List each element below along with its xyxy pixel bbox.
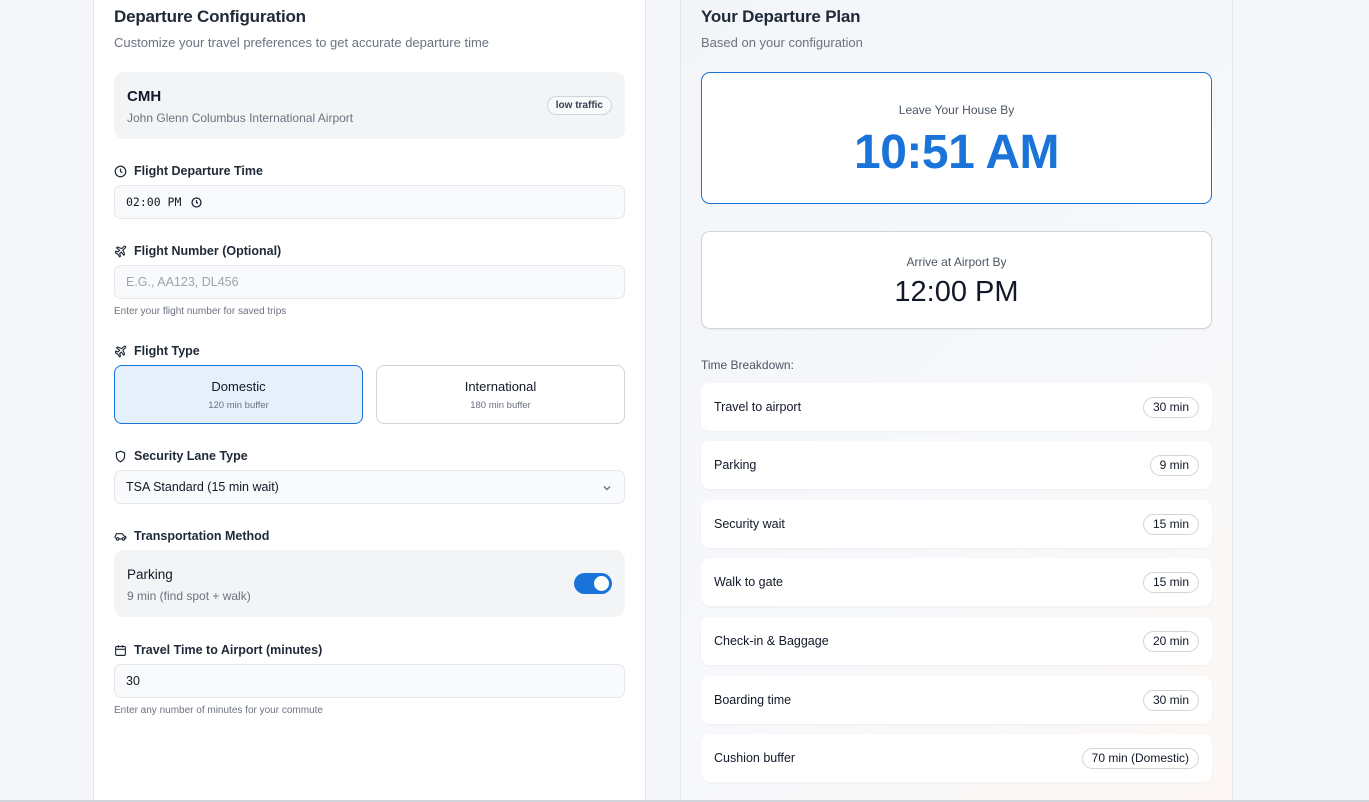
security-label-text: Security Lane Type [134, 449, 248, 463]
breakdown-row: Boarding time 30 min [701, 676, 1212, 724]
plan-subtitle: Based on your configuration [701, 35, 863, 50]
parking-toggle[interactable] [574, 573, 612, 594]
departure-time-value: 02:00 PM [126, 195, 182, 209]
clock-icon [114, 165, 127, 177]
departure-time-label-text: Flight Departure Time [134, 164, 263, 178]
departure-time-label: Flight Departure Time [114, 164, 263, 178]
plane-icon [115, 245, 127, 258]
travel-time-label: Travel Time to Airport (minutes) [114, 643, 322, 657]
domestic-button[interactable]: Domestic 120 min buffer [114, 365, 363, 424]
plan-title: Your Departure Plan [701, 7, 861, 26]
breakdown-name: Cushion buffer [714, 751, 796, 765]
breakdown-value: 15 min [1142, 514, 1199, 535]
international-title: International [464, 379, 537, 394]
breakdown-name: Boarding time [714, 693, 792, 707]
calendar-icon [115, 644, 126, 656]
international-buffer: 180 min buffer [470, 400, 531, 411]
config-subtitle: Customize your travel preferences to get… [114, 35, 490, 50]
parking-option: Parking 9 min (find spot + walk) [114, 550, 625, 617]
leave-time: 10:51 AM [854, 126, 1059, 179]
airport-card: CMH John Glenn Columbus International Ai… [114, 72, 625, 139]
traffic-badge: low traffic [546, 96, 612, 115]
breakdown-value: 9 min [1149, 455, 1199, 476]
breakdown-value: 30 min [1142, 397, 1199, 418]
flight-number-hint: Enter your flight number for saved trips [114, 306, 287, 317]
breakdown-value: 70 min (Domestic) [1081, 748, 1199, 769]
breakdown-row: Walk to gate 15 min [701, 558, 1212, 606]
security-label: Security Lane Type [114, 449, 248, 463]
breakdown-row: Check-in & Baggage 20 min [701, 617, 1212, 665]
breakdown-row: Security wait 15 min [701, 500, 1212, 548]
breakdown-row: Travel to airport 30 min [701, 383, 1212, 431]
shield-icon [115, 450, 126, 462]
airport-name: John Glenn Columbus International Airpor… [127, 111, 354, 125]
breakdown-row: Cushion buffer 70 min (Domestic) [701, 734, 1212, 782]
leave-label: Leave Your House By [898, 103, 1015, 117]
international-button[interactable]: International 180 min buffer [376, 365, 625, 424]
travel-time-value: 30 [126, 674, 140, 688]
arrive-time-card: Arrive at Airport By 12:00 PM [701, 231, 1212, 329]
config-title: Departure Configuration [114, 7, 306, 26]
arrive-label: Arrive at Airport By [906, 255, 1007, 269]
breakdown-heading: Time Breakdown: [701, 358, 794, 372]
chevron-down-icon [603, 486, 611, 491]
flight-type-label: Flight Type [114, 344, 200, 358]
departure-time-input[interactable]: 02:00 PM [114, 185, 625, 219]
flight-number-label: Flight Number (Optional) [114, 244, 281, 258]
breakdown-value: 15 min [1142, 572, 1199, 593]
security-select[interactable]: TSA Standard (15 min wait) [114, 470, 625, 504]
domestic-title: Domestic [211, 379, 266, 394]
breakdown-row: Parking 9 min [701, 441, 1212, 489]
parking-sub: 9 min (find spot + walk) [127, 589, 251, 603]
arrive-time: 12:00 PM [894, 276, 1019, 308]
breakdown-name: Check-in & Baggage [714, 634, 829, 648]
clock-icon[interactable] [191, 196, 202, 208]
breakdown-name: Walk to gate [714, 575, 784, 589]
flight-type-label-text: Flight Type [134, 344, 200, 358]
transport-label-text: Transportation Method [134, 529, 270, 543]
domestic-buffer: 120 min buffer [208, 400, 269, 411]
breakdown-value: 20 min [1142, 631, 1199, 652]
plane-icon [115, 345, 127, 358]
flight-number-placeholder: E.G., AA123, DL456 [126, 275, 239, 289]
airport-code: CMH [127, 88, 162, 105]
car-icon [114, 532, 127, 541]
breakdown-name: Security wait [714, 517, 785, 531]
travel-time-label-text: Travel Time to Airport (minutes) [134, 643, 323, 657]
travel-time-hint: Enter any number of minutes for your com… [114, 705, 323, 716]
security-select-value: TSA Standard (15 min wait) [126, 480, 279, 494]
travel-time-input[interactable]: 30 [114, 664, 625, 698]
breakdown-name: Parking [714, 458, 757, 472]
leave-time-card: Leave Your House By 10:51 AM [701, 72, 1212, 204]
breakdown-value: 30 min [1142, 690, 1199, 711]
flight-number-input[interactable]: E.G., AA123, DL456 [114, 265, 625, 299]
transport-label: Transportation Method [114, 529, 269, 543]
parking-title: Parking [127, 567, 173, 582]
flight-number-label-text: Flight Number (Optional) [134, 244, 282, 258]
breakdown-name: Travel to airport [714, 400, 802, 414]
